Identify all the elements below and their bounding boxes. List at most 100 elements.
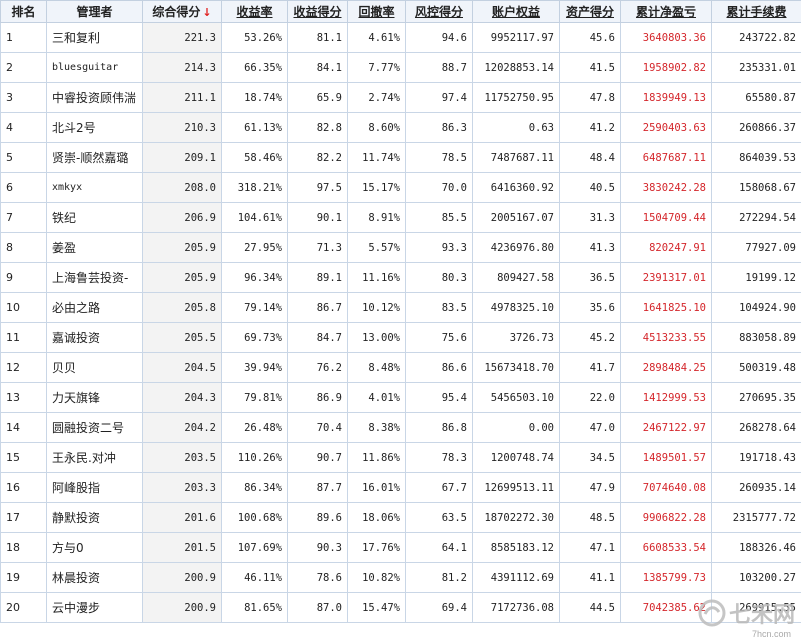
asset-score-cell: 45.2 [560,323,621,353]
header-drawdown[interactable]: 回撤率 [348,1,406,23]
score-cell: 205.9 [143,263,222,293]
manager-cell[interactable]: 北斗2号 [47,113,143,143]
rank-cell: 1 [1,23,47,53]
asset-score-cell: 41.1 [560,563,621,593]
return-rate-cell: 79.81% [222,383,288,413]
risk-score-cell: 93.3 [406,233,473,263]
equity-cell: 12028853.14 [473,53,560,83]
fees-cell: 243722.82 [712,23,801,53]
manager-cell[interactable]: 必由之路 [47,293,143,323]
return-score-cell: 65.9 [288,83,348,113]
net-profit-cell: 4513233.55 [621,323,712,353]
manager-cell[interactable]: bluesguitar [47,53,143,83]
rank-cell: 2 [1,53,47,83]
return-score-cell: 90.7 [288,443,348,473]
drawdown-cell: 13.00% [348,323,406,353]
drawdown-cell: 8.91% [348,203,406,233]
score-cell: 208.0 [143,173,222,203]
manager-cell[interactable]: xmkyx [47,173,143,203]
rank-cell: 16 [1,473,47,503]
return-rate-cell: 27.95% [222,233,288,263]
header-net-profit[interactable]: 累计净盈亏 [621,1,712,23]
header-fees[interactable]: 累计手续费 [712,1,801,23]
fees-cell: 103200.27 [712,563,801,593]
rank-cell: 18 [1,533,47,563]
fees-cell: 270695.35 [712,383,801,413]
manager-cell[interactable]: 贤崇-顺然嘉璐 [47,143,143,173]
equity-cell: 5456503.10 [473,383,560,413]
drawdown-cell: 2.74% [348,83,406,113]
drawdown-cell: 11.16% [348,263,406,293]
score-cell: 205.9 [143,233,222,263]
manager-cell[interactable]: 林晨投资 [47,563,143,593]
return-score-cell: 76.2 [288,353,348,383]
manager-cell[interactable]: 嘉诚投资 [47,323,143,353]
net-profit-cell: 2590403.63 [621,113,712,143]
return-rate-cell: 58.46% [222,143,288,173]
score-cell: 200.9 [143,593,222,623]
rank-cell: 12 [1,353,47,383]
score-cell: 221.3 [143,23,222,53]
score-cell: 206.9 [143,203,222,233]
manager-cell[interactable]: 姜盈 [47,233,143,263]
drawdown-cell: 8.48% [348,353,406,383]
manager-cell[interactable]: 中睿投资顾伟湍 [47,83,143,113]
table-row: 19林晨投资200.946.11%78.610.82%81.24391112.6… [1,563,801,593]
header-equity[interactable]: 账户权益 [473,1,560,23]
risk-score-cell: 78.5 [406,143,473,173]
header-risk-score[interactable]: 风控得分 [406,1,473,23]
equity-cell: 6416360.92 [473,173,560,203]
rank-cell: 19 [1,563,47,593]
manager-cell[interactable]: 三和复利 [47,23,143,53]
risk-score-cell: 83.5 [406,293,473,323]
manager-cell[interactable]: 铁纪 [47,203,143,233]
return-rate-cell: 96.34% [222,263,288,293]
fees-cell: 269915.55 [712,593,801,623]
return-score-cell: 86.7 [288,293,348,323]
asset-score-cell: 48.5 [560,503,621,533]
rank-cell: 13 [1,383,47,413]
manager-cell[interactable]: 圆融投资二号 [47,413,143,443]
risk-score-cell: 86.6 [406,353,473,383]
header-manager: 管理者 [47,1,143,23]
manager-cell[interactable]: 静默投资 [47,503,143,533]
drawdown-cell: 17.76% [348,533,406,563]
score-cell: 203.3 [143,473,222,503]
fees-cell: 864039.53 [712,143,801,173]
return-rate-cell: 81.65% [222,593,288,623]
header-score[interactable]: 综合得分↓ [143,1,222,23]
manager-cell[interactable]: 上海鲁芸投资- [47,263,143,293]
equity-cell: 1200748.74 [473,443,560,473]
table-row: 15王永民.对冲203.5110.26%90.711.86%78.3120074… [1,443,801,473]
equity-cell: 4978325.10 [473,293,560,323]
equity-cell: 9952117.97 [473,23,560,53]
return-rate-cell: 61.13% [222,113,288,143]
rank-cell: 14 [1,413,47,443]
asset-score-cell: 44.5 [560,593,621,623]
drawdown-cell: 18.06% [348,503,406,533]
risk-score-cell: 86.8 [406,413,473,443]
header-asset-score[interactable]: 资产得分 [560,1,621,23]
manager-cell[interactable]: 力天旗锋 [47,383,143,413]
drawdown-cell: 10.12% [348,293,406,323]
rank-cell: 20 [1,593,47,623]
risk-score-cell: 78.3 [406,443,473,473]
manager-cell[interactable]: 阿峰股指 [47,473,143,503]
rank-cell: 7 [1,203,47,233]
return-score-cell: 84.1 [288,53,348,83]
score-cell: 205.5 [143,323,222,353]
header-return-score[interactable]: 收益得分 [288,1,348,23]
drawdown-cell: 4.01% [348,383,406,413]
fees-cell: 65580.87 [712,83,801,113]
table-row: 18方与0201.5107.69%90.317.76%64.18585183.1… [1,533,801,563]
manager-cell[interactable]: 云中漫步 [47,593,143,623]
table-row: 5贤崇-顺然嘉璐209.158.46%82.211.74%78.57487687… [1,143,801,173]
header-return-rate[interactable]: 收益率 [222,1,288,23]
rank-cell: 4 [1,113,47,143]
table-row: 20云中漫步200.981.65%87.015.47%69.47172736.0… [1,593,801,623]
manager-cell[interactable]: 王永民.对冲 [47,443,143,473]
manager-cell[interactable]: 方与0 [47,533,143,563]
manager-cell[interactable]: 贝贝 [47,353,143,383]
return-score-cell: 82.8 [288,113,348,143]
return-score-cell: 90.1 [288,203,348,233]
